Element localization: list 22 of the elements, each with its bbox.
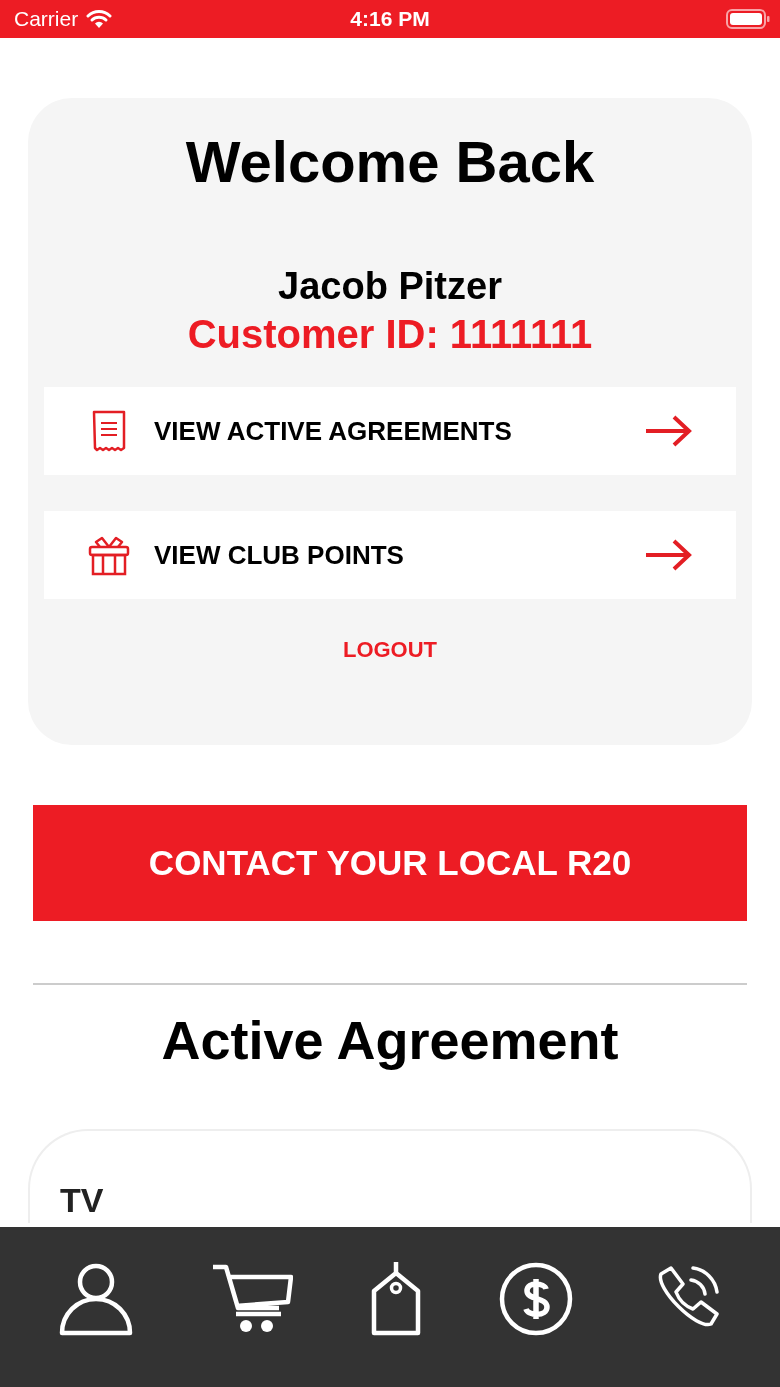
battery-icon	[726, 9, 770, 29]
gift-icon	[88, 534, 130, 576]
arrow-right-icon	[644, 414, 692, 448]
welcome-title: Welcome Back	[185, 128, 595, 195]
cart-icon[interactable]	[211, 1264, 293, 1334]
price-tag-icon[interactable]	[371, 1262, 421, 1336]
menu-row[interactable]: VIEW ACTIVE AGREEMENTS	[44, 387, 736, 475]
person-icon[interactable]	[59, 1262, 133, 1336]
customer-id: Customer ID: 1111111	[187, 312, 593, 357]
customer-name: Jacob Pitzer	[278, 265, 502, 308]
menu-row[interactable]: VIEW CLUB POINTS	[44, 511, 736, 599]
dollar-icon[interactable]	[499, 1262, 573, 1336]
contact-button[interactable]: CONTACT YOUR LOCAL R20	[33, 805, 747, 921]
wifi-icon	[86, 9, 113, 29]
agreement-card[interactable]: TV	[28, 1129, 752, 1223]
carrier-name: Carrier	[14, 7, 79, 31]
arrow-right-icon	[644, 538, 692, 572]
logout-link[interactable]: LOGOUT	[342, 637, 438, 663]
section-title: Active Agreement	[160, 1009, 620, 1071]
clock-time: 4:16 PM	[350, 7, 430, 31]
agreement-title: TV	[60, 1181, 104, 1219]
receipt-icon	[92, 410, 126, 452]
